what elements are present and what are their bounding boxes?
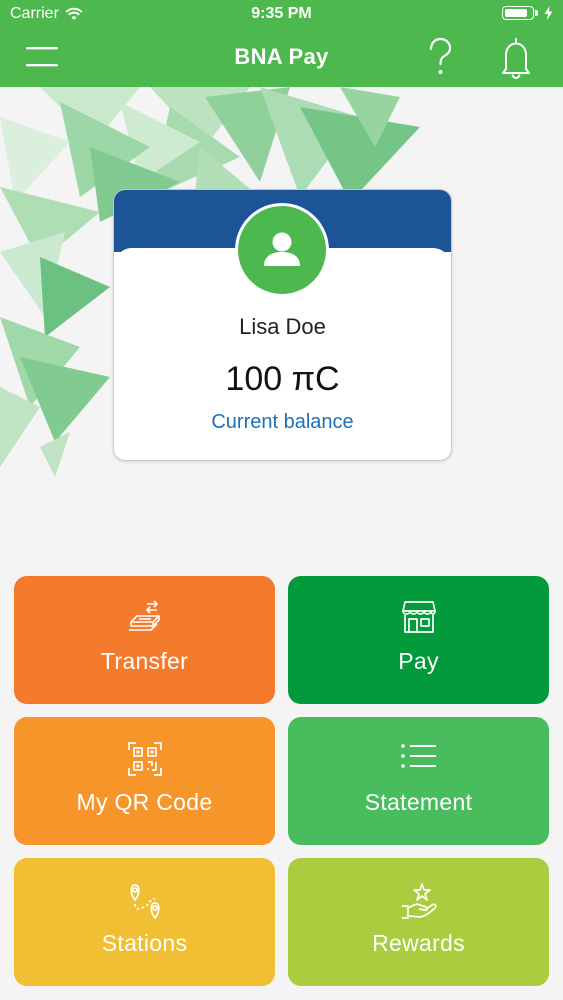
avatar: [235, 203, 329, 297]
map-route-icon: [129, 884, 160, 920]
stations-button[interactable]: Stations: [14, 858, 275, 986]
top-bar: Carrier 9:35 PM BNA Pay: [0, 0, 563, 87]
money-transfer-icon: [128, 600, 160, 631]
battery-indicator: [502, 6, 553, 20]
balance-amount: 100 πC: [225, 360, 340, 398]
qr-code-icon: [127, 742, 162, 776]
my-qr-code-label: My QR Code: [76, 789, 213, 815]
battery-fill: [505, 9, 527, 17]
pay-label: Pay: [398, 648, 439, 674]
battery-icon: [502, 6, 538, 20]
status-bar: Carrier 9:35 PM: [0, 0, 563, 30]
transfer-button[interactable]: Transfer: [14, 576, 275, 704]
page-title: BNA Pay: [234, 44, 329, 69]
help-button[interactable]: [420, 36, 460, 80]
bell-icon: [502, 38, 530, 79]
list-icon: [400, 744, 436, 768]
charging-bolt-icon: [544, 6, 553, 20]
my-qr-code-button[interactable]: My QR Code: [14, 717, 275, 845]
account-card: Lisa Doe 100 πC Current balance: [113, 189, 452, 461]
navigation-bar: BNA Pay: [0, 30, 563, 87]
question-icon: [429, 37, 452, 74]
reward-hand-icon: [401, 883, 437, 919]
rewards-button[interactable]: Rewards: [288, 858, 549, 986]
user-icon: [264, 232, 300, 266]
stations-label: Stations: [101, 930, 188, 956]
transfer-label: Transfer: [100, 648, 189, 674]
storefront-icon: [401, 601, 436, 633]
account-name: Lisa Doe: [239, 314, 326, 339]
status-time: 9:35 PM: [251, 5, 312, 22]
statement-button[interactable]: Statement: [288, 717, 549, 845]
pay-button[interactable]: Pay: [288, 576, 549, 704]
statement-label: Statement: [364, 789, 473, 815]
rewards-label: Rewards: [372, 930, 465, 956]
notifications-button[interactable]: [494, 36, 538, 80]
balance-label: Current balance: [211, 411, 354, 433]
